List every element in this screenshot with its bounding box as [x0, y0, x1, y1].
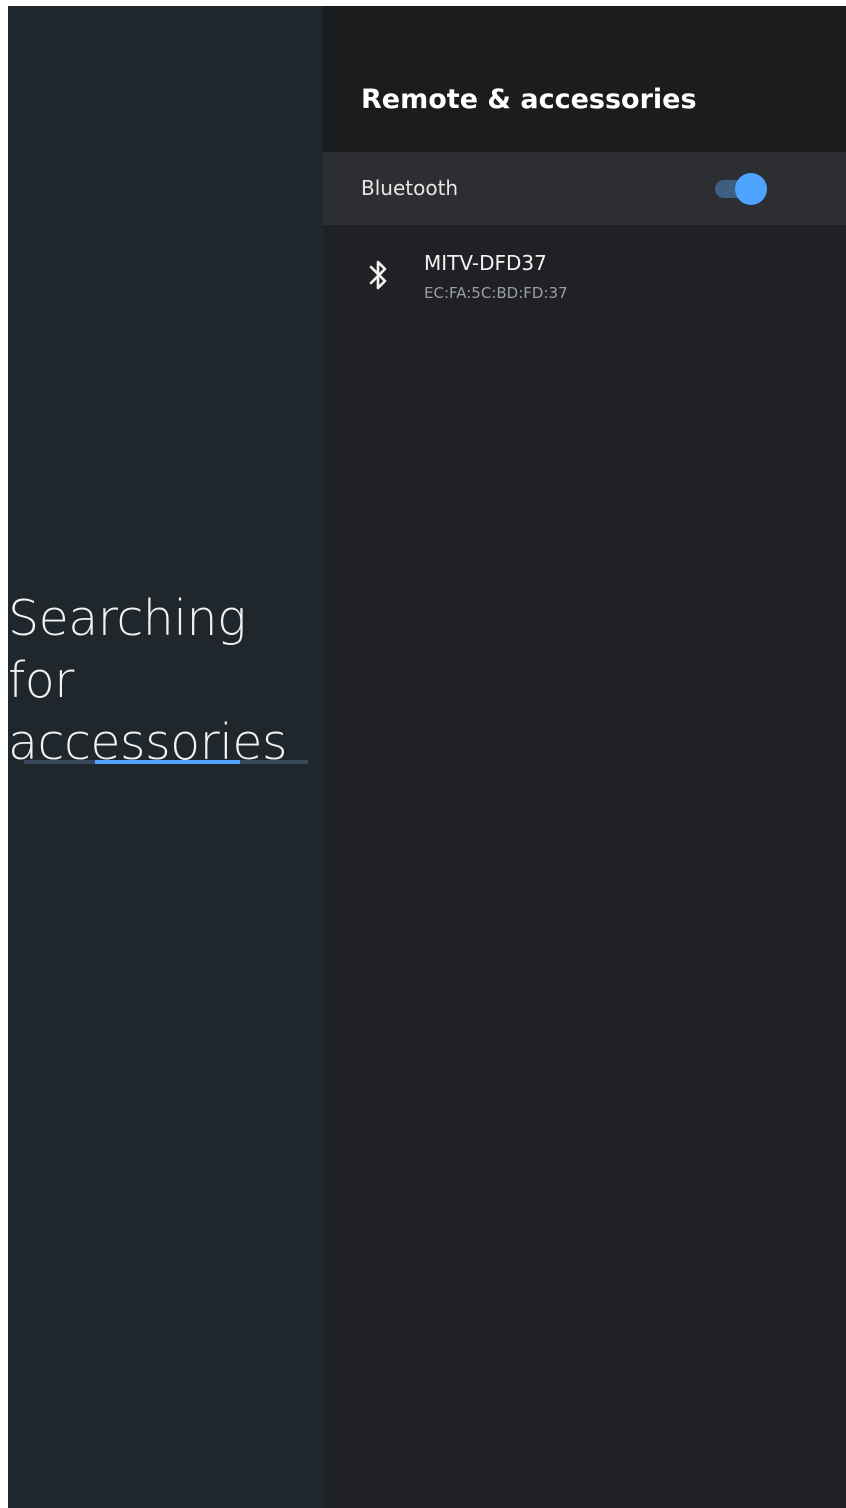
- device-list-item[interactable]: MITV-DFD37 EC:FA:5C:BD:FD:37: [323, 225, 846, 305]
- bluetooth-icon: [365, 257, 391, 293]
- bluetooth-toggle-row[interactable]: Bluetooth: [323, 152, 846, 225]
- search-progress-bar: [24, 760, 308, 764]
- settings-header: Remote & accessories: [323, 6, 846, 152]
- settings-panel: Remote & accessories Bluetooth MITV-DFD3…: [323, 6, 846, 1508]
- bluetooth-label: Bluetooth: [361, 176, 459, 200]
- toggle-thumb: [735, 173, 767, 205]
- bluetooth-toggle[interactable]: [713, 172, 769, 205]
- page-title: Remote & accessories: [361, 84, 697, 115]
- settings-screen: Searching for accessories Remote & acces…: [8, 6, 846, 1508]
- search-progress-fill: [95, 760, 240, 764]
- device-address: EC:FA:5C:BD:FD:37: [424, 284, 568, 302]
- device-name: MITV-DFD37: [424, 251, 547, 275]
- search-title-line1: Searching for: [8, 590, 246, 709]
- search-title-line2: accessories: [8, 714, 288, 771]
- search-title: Searching for accessories: [8, 588, 323, 774]
- search-panel: Searching for accessories: [8, 6, 323, 1508]
